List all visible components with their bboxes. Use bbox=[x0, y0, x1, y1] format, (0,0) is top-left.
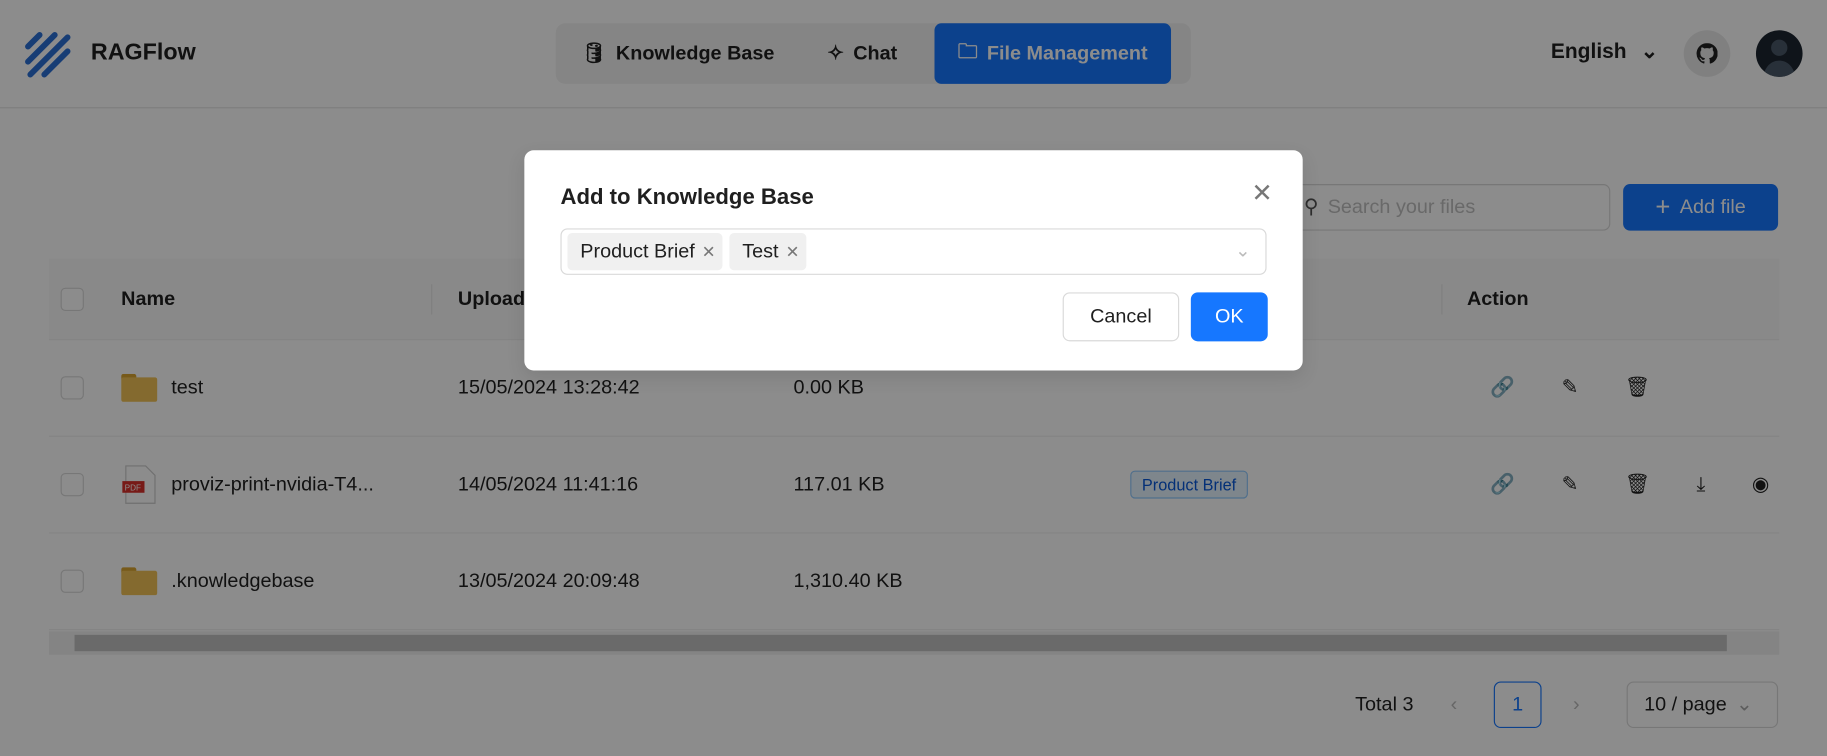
ok-button[interactable]: OK bbox=[1190, 292, 1268, 342]
add-to-knowledge-base-dialog: Add to Knowledge Base ✕ Product Brief ✕ T… bbox=[524, 150, 1303, 371]
chevron-down-icon: ⌄ bbox=[1235, 241, 1251, 261]
dialog-title: Add to Knowledge Base bbox=[560, 185, 814, 210]
modal-overlay[interactable] bbox=[0, 0, 1827, 756]
remove-tag-icon[interactable]: ✕ bbox=[702, 242, 716, 262]
remove-tag-icon[interactable]: ✕ bbox=[786, 242, 800, 262]
selected-tag: Product Brief ✕ bbox=[567, 232, 723, 271]
cancel-button[interactable]: Cancel bbox=[1062, 292, 1180, 342]
knowledge-base-select[interactable]: Product Brief ✕ Test ✕ ⌄ bbox=[560, 228, 1267, 275]
selected-tag: Test ✕ bbox=[729, 232, 807, 271]
close-icon[interactable]: ✕ bbox=[1251, 178, 1272, 208]
